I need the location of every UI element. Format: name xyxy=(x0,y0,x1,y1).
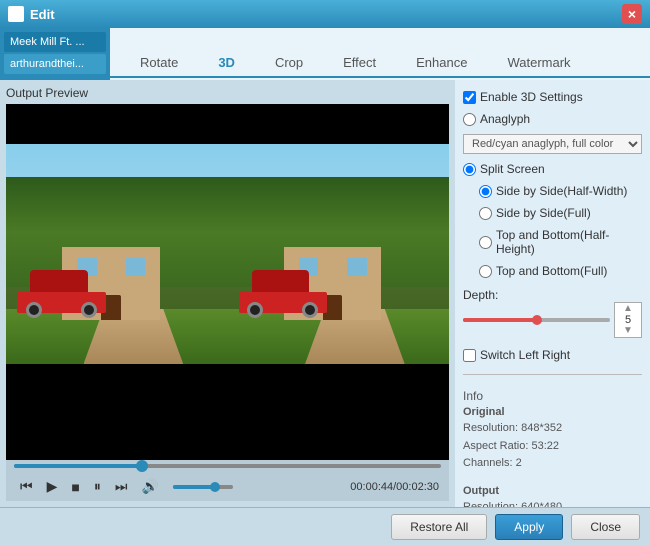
depth-row: ▲ 5 ▼ xyxy=(463,302,642,338)
house-window-right-r xyxy=(347,258,366,276)
volume-fill xyxy=(173,485,215,489)
preview-label: Output Preview xyxy=(6,86,449,100)
top-bottom-full-radio[interactable] xyxy=(479,265,492,278)
close-window-button[interactable]: × xyxy=(622,4,642,24)
original-aspect: Aspect Ratio: 53:22 xyxy=(463,438,642,456)
skip-frame-button[interactable]: ⏸ xyxy=(90,476,105,497)
depth-down-arrow[interactable]: ▼ xyxy=(623,326,633,336)
tab-crop[interactable]: Crop xyxy=(255,49,323,78)
title-bar: Edit × xyxy=(0,0,650,28)
anaglyph-radio[interactable] xyxy=(463,113,476,126)
sidebar-item-2[interactable]: arthurandthei... xyxy=(4,54,106,74)
black-bar-bottom xyxy=(6,364,449,404)
enable-3d-row: Enable 3D Settings xyxy=(463,90,642,104)
stop-button[interactable]: ■ xyxy=(67,477,83,497)
skip-back-button[interactable]: ⏮ xyxy=(16,476,37,497)
window-title: Edit xyxy=(30,7,622,22)
side-by-side-half-label: Side by Side(Half-Width) xyxy=(496,184,627,198)
car-right xyxy=(239,274,328,314)
separator-1 xyxy=(463,374,642,375)
house-scene-left xyxy=(6,144,228,364)
top-bottom-half-label: Top and Bottom(Half-Height) xyxy=(496,228,642,256)
seek-bar[interactable] xyxy=(14,464,441,468)
switch-lr-checkbox[interactable] xyxy=(463,349,476,362)
depth-up-arrow[interactable]: ▲ xyxy=(623,304,633,314)
enable-3d-checkbox[interactable] xyxy=(463,91,476,104)
depth-slider-wrapper xyxy=(463,313,610,327)
app-icon xyxy=(8,6,24,22)
depth-slider-track[interactable] xyxy=(463,318,610,322)
tab-enhance[interactable]: Enhance xyxy=(396,49,487,78)
sidebar-item-1[interactable]: Meek Mill Ft. ... xyxy=(4,32,106,52)
split-screen-label: Split Screen xyxy=(480,162,545,176)
sidebar: Meek Mill Ft. ... arthurandthei... xyxy=(0,28,110,80)
preview-panel: Output Preview xyxy=(0,80,455,507)
output-resolution: Resolution: 640*480 xyxy=(463,499,642,507)
depth-section: Depth: ▲ 5 ▼ xyxy=(463,288,642,338)
side-by-side-full-radio[interactable] xyxy=(479,207,492,220)
info-title: Info xyxy=(463,389,642,403)
tab-effect[interactable]: Effect xyxy=(323,49,396,78)
tabs-bar: Rotate 3D Crop Effect Enhance Watermark xyxy=(110,28,650,78)
play-button[interactable]: ▶ xyxy=(43,476,62,497)
side-by-side-half-radio[interactable] xyxy=(479,185,492,198)
side-by-side-full-row: Side by Side(Full) xyxy=(479,206,642,220)
main-container: Meek Mill Ft. ... arthurandthei... Rotat… xyxy=(0,28,650,546)
seek-bar-fill xyxy=(14,464,142,468)
split-screen-radio[interactable] xyxy=(463,163,476,176)
top-bottom-half-row: Top and Bottom(Half-Height) xyxy=(479,228,642,256)
top-bottom-full-row: Top and Bottom(Full) xyxy=(479,264,642,278)
volume-handle[interactable] xyxy=(210,482,220,492)
skip-forward-button[interactable]: ⏭ xyxy=(111,476,132,497)
house-window-left-r xyxy=(126,258,145,276)
anaglyph-label: Anaglyph xyxy=(480,112,530,126)
original-channels: Channels: 2 xyxy=(463,455,642,473)
top-bottom-half-radio[interactable] xyxy=(479,236,492,249)
video-container xyxy=(6,104,449,460)
video-left-half xyxy=(6,144,228,364)
depth-label: Depth: xyxy=(463,288,498,302)
seek-bar-container xyxy=(6,460,449,472)
output-title: Output xyxy=(463,485,642,497)
house-scene-right xyxy=(228,144,450,364)
side-by-side-half-row: Side by Side(Half-Width) xyxy=(479,184,642,198)
right-panel: Enable 3D Settings Anaglyph Red/cyan ana… xyxy=(455,80,650,507)
car-top-left xyxy=(30,270,88,294)
enable-3d-label: Enable 3D Settings xyxy=(480,90,583,104)
anaglyph-dropdown-row: Red/cyan anaglyph, full color xyxy=(463,134,642,154)
controls-bar: ⏮ ▶ ■ ⏸ ⏭ 🔊 00:00:44/00:02:30 xyxy=(6,472,449,501)
restore-all-button[interactable]: Restore All xyxy=(391,514,487,540)
switch-lr-row: Switch Left Right xyxy=(463,348,642,362)
anaglyph-select[interactable]: Red/cyan anaglyph, full color xyxy=(463,134,642,154)
black-bar-top xyxy=(6,104,449,144)
tab-rotate[interactable]: Rotate xyxy=(120,49,198,78)
split-screen-row: Split Screen xyxy=(463,162,642,176)
car-top-right xyxy=(252,270,310,294)
volume-bar[interactable] xyxy=(173,485,233,489)
original-title: Original xyxy=(463,406,642,418)
video-right-half xyxy=(228,144,450,364)
content-area: Output Preview xyxy=(0,80,650,507)
output-section: Output Resolution: 640*480 Left/Right Ey… xyxy=(463,485,642,507)
info-section: Info Original Resolution: 848*352 Aspect… xyxy=(463,389,642,473)
close-button[interactable]: Close xyxy=(571,514,640,540)
apply-button[interactable]: Apply xyxy=(495,514,563,540)
volume-icon[interactable]: 🔊 xyxy=(137,476,162,497)
bottom-bar: Restore All Apply Close xyxy=(0,507,650,546)
anaglyph-row: Anaglyph xyxy=(463,112,642,126)
top-section: Meek Mill Ft. ... arthurandthei... Rotat… xyxy=(0,28,650,80)
tab-3d[interactable]: 3D xyxy=(198,49,255,78)
car-left xyxy=(17,274,106,314)
side-by-side-full-label: Side by Side(Full) xyxy=(496,206,591,220)
tab-watermark[interactable]: Watermark xyxy=(487,49,590,78)
depth-slider-handle[interactable] xyxy=(532,315,542,325)
seek-handle[interactable] xyxy=(136,460,148,472)
top-bottom-full-label: Top and Bottom(Full) xyxy=(496,264,607,278)
video-frame xyxy=(6,144,449,364)
switch-lr-label: Switch Left Right xyxy=(480,348,570,362)
time-display: 00:00:44/00:02:30 xyxy=(350,481,439,493)
original-resolution: Resolution: 848*352 xyxy=(463,420,642,438)
depth-slider-fill xyxy=(463,318,537,322)
